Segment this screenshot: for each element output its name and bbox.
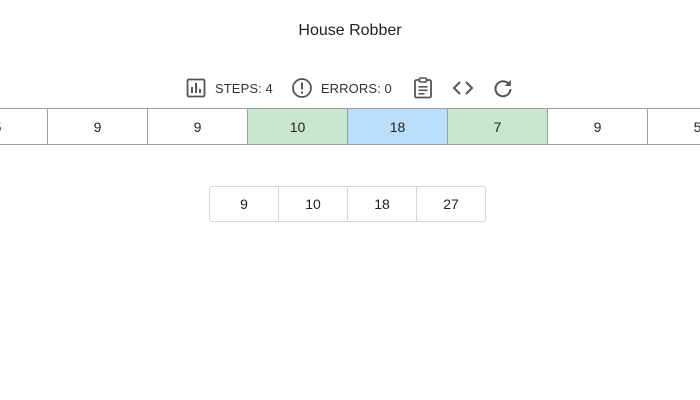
steps-counter: STEPS: 4 bbox=[185, 76, 273, 100]
steps-label: STEPS: 4 bbox=[215, 80, 273, 96]
clipboard-button[interactable] bbox=[412, 76, 434, 100]
house-cell[interactable]: 18 bbox=[348, 108, 448, 145]
house-cell[interactable]: 9 bbox=[148, 108, 248, 145]
refresh-button[interactable] bbox=[492, 76, 514, 100]
clipboard-icon bbox=[412, 77, 434, 99]
house-cell[interactable]: 5 bbox=[648, 108, 700, 145]
page: House Robber STEPS: 4 ERRORS: 0 9 9 10 1… bbox=[0, 0, 700, 400]
dp-cell: 10 bbox=[278, 187, 347, 221]
house-cell[interactable]: 7 bbox=[448, 108, 548, 145]
house-cell[interactable]: 5 bbox=[0, 108, 48, 145]
code-icon bbox=[452, 77, 474, 99]
house-cell[interactable]: 10 bbox=[248, 108, 348, 145]
dp-cell: 27 bbox=[416, 187, 485, 221]
dp-cell: 18 bbox=[347, 187, 416, 221]
refresh-icon bbox=[492, 77, 514, 99]
page-title: House Robber bbox=[298, 22, 402, 39]
errors-counter: ERRORS: 0 bbox=[291, 76, 392, 100]
errors-label: ERRORS: 0 bbox=[320, 80, 392, 96]
toolbar: STEPS: 4 ERRORS: 0 bbox=[185, 76, 514, 100]
house-cell[interactable]: 9 bbox=[48, 108, 148, 145]
dp-array: 9 10 18 27 bbox=[209, 186, 486, 222]
house-cell[interactable]: 9 bbox=[548, 108, 648, 145]
bar-chart-icon bbox=[185, 77, 207, 99]
dp-cell: 9 bbox=[240, 196, 248, 212]
error-icon bbox=[291, 77, 313, 99]
houses-row: 5 9 9 10 18 7 9 5 bbox=[0, 108, 700, 145]
code-button[interactable] bbox=[452, 76, 474, 100]
